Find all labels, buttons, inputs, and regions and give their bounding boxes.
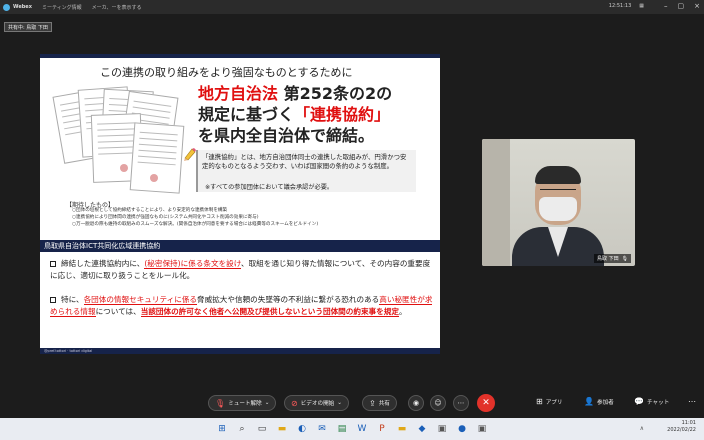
background-door (482, 139, 510, 266)
webex-taskbar-icon[interactable]: ● (456, 423, 468, 435)
app-name: Webex (13, 4, 32, 10)
meeting-timer: 12:51:13 (608, 3, 632, 9)
more-options-button[interactable]: ⋯ (453, 395, 469, 411)
participant-video-tile[interactable]: 鳥取 下田 🎙 (482, 139, 635, 266)
pencil-icon (184, 148, 196, 161)
file-explorer-icon[interactable]: ▬ (276, 423, 288, 435)
chat-icon: 💬 (634, 397, 644, 406)
more-icon: ⋯ (457, 399, 465, 407)
more-icon: ⋯ (688, 397, 696, 406)
apps-button[interactable]: ⊞ アプリ (536, 397, 563, 406)
participants-icon: 👤 (584, 397, 594, 406)
checkbox-bullet-icon (50, 261, 56, 267)
meeting-info-link[interactable]: ミーティング情報 (42, 4, 82, 11)
person-hair (535, 166, 581, 184)
share-icon: ⇪ (369, 398, 376, 408)
record-icon: ◉ (412, 399, 420, 407)
section-band: 鳥取県自治体ICT共同化広域連携協約 (40, 240, 440, 252)
reactions-button[interactable]: ◉ (408, 395, 424, 411)
task-view-icon[interactable]: ▭ (256, 423, 268, 435)
seal-stamp-icon (150, 174, 158, 182)
emoji-icon: ☺ (434, 399, 442, 407)
start-video-button[interactable]: ⊘ ビデオの開始 ⌄ (284, 395, 349, 411)
face-mask (539, 197, 577, 221)
slide-top-bar (40, 54, 440, 58)
folder-icon[interactable]: ▬ (396, 423, 408, 435)
participant-name-badge: 鳥取 下田 🎙 (594, 254, 631, 263)
end-call-icon: ✕ (482, 398, 490, 408)
minimize-icon[interactable]: – (664, 2, 668, 10)
word-icon[interactable]: W (356, 423, 368, 435)
mic-icon: 🎙 (621, 255, 628, 262)
glasses (540, 189, 576, 195)
more-panel-button[interactable]: ⋯ (688, 397, 696, 406)
list-item: ○団体の垣根として協約締結することにより、より安定的な連携体制を構築 (72, 208, 228, 213)
muted-mic-icon: 🎙 (215, 398, 226, 408)
emoji-button[interactable]: ☺ (430, 395, 446, 411)
teams-icon[interactable]: ◆ (416, 423, 428, 435)
checkbox-bullet-icon (50, 297, 56, 303)
video-off-icon: ⊘ (291, 398, 298, 408)
list-item: ○連携協約により団体間の連携が強固なものに(システム共同化やコスト削減の効果に寄… (72, 214, 259, 220)
webex-logo-icon (3, 3, 10, 11)
meeting-menu-link[interactable]: メーカ、ーを表示する (92, 4, 142, 11)
chevron-down-icon: ⌄ (337, 400, 342, 406)
outlook-icon[interactable]: ✉ (316, 423, 328, 435)
expectations-list: ○団体の垣根として協約締結することにより、より安定的な連携体制を構築 ○連携協約… (72, 208, 318, 228)
system-clock[interactable]: 11:01 2022/02/22 (667, 420, 696, 434)
app-icon[interactable]: ▣ (476, 423, 488, 435)
layout-icon[interactable]: ▦ (639, 3, 644, 9)
document-illustration (129, 122, 185, 194)
webex-meeting-window: Webex ミーティング情報 メーカ、ーを表示する 12:51:13 ▦ – ▢… (0, 0, 704, 440)
headline-line-3: を県内全自治体で締結。 (198, 126, 375, 145)
sharing-badge[interactable]: 共有中: 鳥取 下田 (4, 22, 52, 32)
chat-button[interactable]: 💬 チャット (634, 397, 669, 406)
maximize-icon[interactable]: ▢ (678, 2, 685, 10)
definition-note: ※すべての参加団体において議会承認が必要。 (205, 184, 334, 191)
edge-icon[interactable]: ◐ (296, 423, 308, 435)
apps-icon: ⊞ (536, 397, 543, 406)
unmute-button[interactable]: 🎙 ミュート解除 ⌄ (208, 395, 277, 411)
bullet-point-2: 特に、各団体の情報セキュリティに係る脅威拡大や信頼の失墜等の不利益に繋がる恐れの… (50, 295, 433, 317)
windows-start-icon[interactable]: ⊞ (216, 423, 228, 435)
tray-chevron-icon[interactable]: ∧ (640, 425, 644, 432)
list-item: ○万一脱退の際も維持の取組みのスムーズな解決。(関係自治体が同意を要する場合には… (72, 221, 319, 227)
excel-icon[interactable]: ▤ (336, 423, 348, 435)
slide-footer: @pref.tottori · tottori digital (40, 348, 440, 354)
participants-button[interactable]: 👤 参加者 (584, 397, 614, 406)
leave-meeting-button[interactable]: ✕ (477, 394, 495, 412)
search-icon[interactable]: ⌕ (236, 423, 248, 435)
share-button[interactable]: ⇪ 共有 (362, 395, 397, 411)
close-icon[interactable]: × (694, 2, 700, 10)
powerpoint-icon[interactable]: P (376, 423, 388, 435)
seal-stamp-icon (120, 164, 128, 172)
app-icon[interactable]: ▣ (436, 423, 448, 435)
shared-slide: この連携の取り組みをより強固なものとするために 地方自治法 第252条の2の 規… (40, 54, 440, 354)
slide-title: この連携の取り組みをより強固なものとするために (100, 66, 353, 79)
meeting-control-bar: 🎙 ミュート解除 ⌄ ⊘ ビデオの開始 ⌄ ⇪ 共有 ◉ ☺ ⋯ ✕ ⊞ アプリ … (0, 390, 704, 416)
chevron-down-icon: ⌄ (264, 400, 270, 406)
windows-taskbar: ⊞ ⌕ ▭ ▬ ◐ ✉ ▤ W P ▬ ◆ ▣ ● ▣ ∧ 11:01 2022… (0, 418, 704, 440)
title-bar: Webex ミーティング情報 メーカ、ーを表示する 12:51:13 ▦ – ▢… (0, 0, 704, 14)
bullet-point-1: 締結した連携協約内に、(秘密保持)に係る条文を設け、取組を通じ知り得た情報につい… (50, 259, 431, 280)
